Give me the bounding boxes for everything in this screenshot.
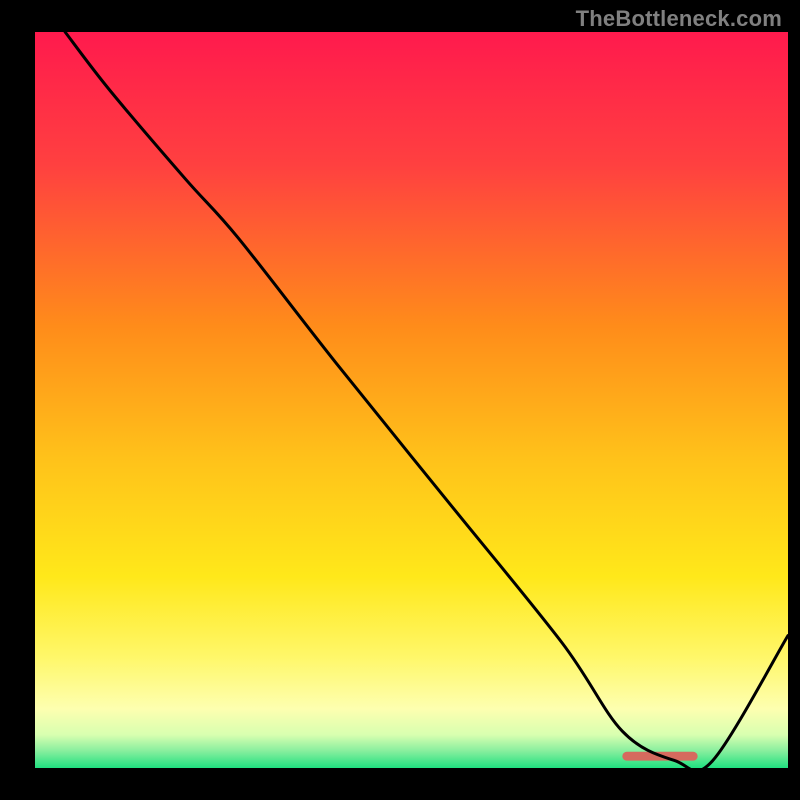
watermark-text: TheBottleneck.com (576, 6, 782, 32)
chart-container: TheBottleneck.com (0, 0, 800, 800)
plot-area (35, 32, 788, 768)
chart-svg (0, 0, 800, 800)
